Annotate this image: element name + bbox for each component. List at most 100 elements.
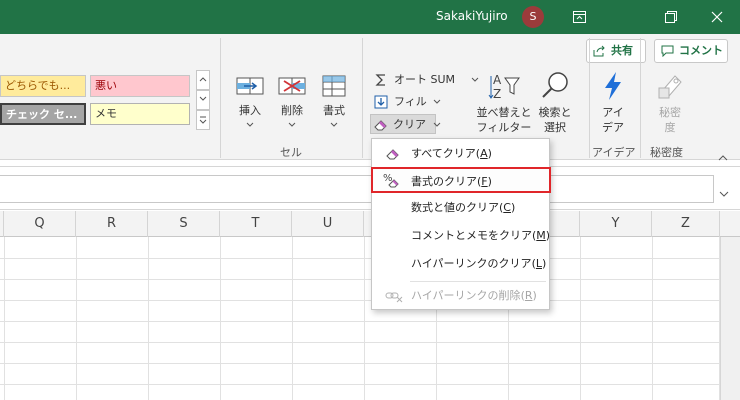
cells-group-label: セル: [280, 146, 302, 159]
sort-label-line1: 並べ替えと: [476, 106, 532, 119]
cell-grid[interactable]: [0, 237, 720, 400]
column-header-q[interactable]: Q: [4, 211, 76, 237]
formula-input[interactable]: [0, 175, 714, 203]
clear-dropdown-menu: すべてクリア(A) % 書式のクリア(F) 数式と値のクリア(C) コメントとメ…: [371, 138, 551, 310]
ideas-button[interactable]: アイ デア: [594, 70, 632, 135]
sensitivity-group-label: 秘密度: [650, 146, 683, 159]
chevron-down-icon: [288, 122, 296, 127]
menu-item-clear-comments[interactable]: コメントとメモをクリア(M): [373, 223, 550, 249]
close-button[interactable]: [694, 0, 740, 34]
autosum-button[interactable]: オート SUM: [372, 70, 479, 90]
ribbon-separator: [362, 38, 363, 158]
formula-bar: [0, 166, 740, 210]
menu-item-label: 数式と値のクリア: [411, 201, 499, 214]
delete-label: 削除: [281, 104, 303, 117]
vertical-scrollbar[interactable]: [720, 237, 740, 400]
sensitivity-tag-icon: [658, 75, 682, 99]
chevron-down-icon: [433, 99, 441, 104]
chevron-down-icon: [433, 122, 440, 127]
ideas-group-label: アイデア: [592, 146, 636, 159]
gallery-scroll-down[interactable]: [196, 90, 210, 110]
format-cells-icon: [322, 75, 346, 97]
menu-item-clear-contents[interactable]: 数式と値のクリア(C): [373, 195, 548, 221]
column-header-r[interactable]: R: [76, 211, 148, 237]
ribbon-display-icon: [573, 11, 586, 23]
eraser-icon: [386, 149, 399, 160]
menu-item-label: 書式のクリア: [411, 175, 477, 188]
style-check-cell[interactable]: チェック セ...: [0, 103, 86, 125]
column-header-s[interactable]: S: [148, 211, 220, 237]
find-select-button[interactable]: 検索と 選択: [530, 70, 580, 135]
excel-window: SakakiYujiro S 共有 コメント どちらでも... 悪い チェック …: [0, 0, 740, 400]
eraser-icon: [374, 120, 387, 131]
menu-item-clear-all[interactable]: すべてクリア(A): [373, 141, 548, 167]
user-name: SakakiYujiro: [436, 9, 508, 23]
menu-item-label: ハイパーリンクのクリア: [411, 257, 532, 270]
svg-text:Z: Z: [493, 87, 501, 101]
collapse-ribbon-button[interactable]: [718, 146, 728, 165]
accelerator-key: R: [524, 289, 533, 302]
comment-icon: [661, 45, 674, 57]
sensitivity-label-line1: 秘密: [659, 106, 681, 119]
format-button[interactable]: 書式: [314, 72, 354, 128]
share-label: 共有: [611, 44, 633, 57]
ribbon-separator: [640, 38, 641, 158]
fill-label: フィル: [394, 95, 427, 108]
avatar[interactable]: S: [522, 6, 544, 28]
style-memo[interactable]: メモ: [90, 103, 190, 125]
clear-label: クリア: [393, 118, 426, 131]
insert-button[interactable]: 挿入: [230, 72, 270, 128]
style-bad[interactable]: 悪い: [90, 75, 190, 97]
sensitivity-button[interactable]: 秘密 度: [648, 70, 692, 135]
ideas-label-line1: アイ: [602, 106, 624, 119]
column-header-t[interactable]: T: [220, 211, 292, 237]
accelerator-key: C: [503, 201, 511, 214]
fill-down-icon: [374, 95, 388, 109]
comment-button[interactable]: コメント: [654, 39, 728, 63]
chevron-up-icon: [199, 77, 207, 82]
remove-link-icon: [385, 292, 403, 303]
menu-item-label: すべてクリア: [411, 147, 476, 160]
gallery-more-button[interactable]: [196, 110, 210, 130]
comment-label: コメント: [679, 44, 723, 57]
menu-item-label: コメントとメモをクリア: [411, 229, 532, 242]
fill-button[interactable]: フィル: [372, 92, 441, 112]
column-header-u[interactable]: U: [292, 211, 364, 237]
restore-button[interactable]: [648, 0, 694, 34]
find-label-line1: 検索と: [538, 106, 572, 119]
clear-button[interactable]: クリア: [370, 114, 440, 134]
column-header-y[interactable]: Y: [580, 211, 652, 237]
delete-button[interactable]: 削除: [272, 72, 312, 128]
menu-item-label: ハイパーリンクの削除: [411, 289, 521, 302]
gallery-scroll-up[interactable]: [196, 70, 210, 90]
close-icon: [711, 11, 723, 23]
column-header-z[interactable]: Z: [652, 211, 720, 237]
accelerator-key: F: [481, 175, 488, 188]
menu-item-clear-hyperlinks[interactable]: ハイパーリンクのクリア(L): [373, 251, 548, 277]
chevron-down-icon: [199, 96, 207, 101]
accelerator-key: M: [536, 229, 546, 242]
clear-format-icon: %: [383, 173, 399, 188]
autosum-label: オート SUM: [394, 73, 456, 86]
accelerator-key: A: [480, 147, 488, 160]
svg-text:A: A: [493, 73, 502, 87]
insert-label: 挿入: [239, 104, 261, 117]
find-label-line2: 選択: [544, 121, 566, 134]
column-header-row: Q R S T U V W X Y Z: [0, 211, 740, 237]
sort-label-line2: フィルター: [476, 121, 532, 134]
style-neutral[interactable]: どちらでも...: [0, 75, 86, 97]
sort-filter-button[interactable]: AZ 並べ替えと フィルター: [474, 70, 534, 135]
sort-filter-icon: AZ: [488, 73, 520, 101]
share-icon: [593, 45, 605, 57]
ribbon-separator: [220, 38, 221, 158]
expand-formula-bar-button[interactable]: [719, 183, 729, 202]
share-button[interactable]: 共有: [586, 39, 646, 63]
format-label: 書式: [323, 104, 345, 117]
accelerator-key: L: [535, 257, 542, 270]
chevron-down-icon: [246, 122, 254, 127]
insert-cells-icon: [236, 77, 264, 95]
menu-divider: [410, 281, 546, 282]
ribbon-separator: [589, 38, 590, 158]
ribbon-display-options-button[interactable]: [556, 0, 602, 34]
menu-item-clear-formats[interactable]: % 書式のクリア(F): [371, 167, 551, 193]
